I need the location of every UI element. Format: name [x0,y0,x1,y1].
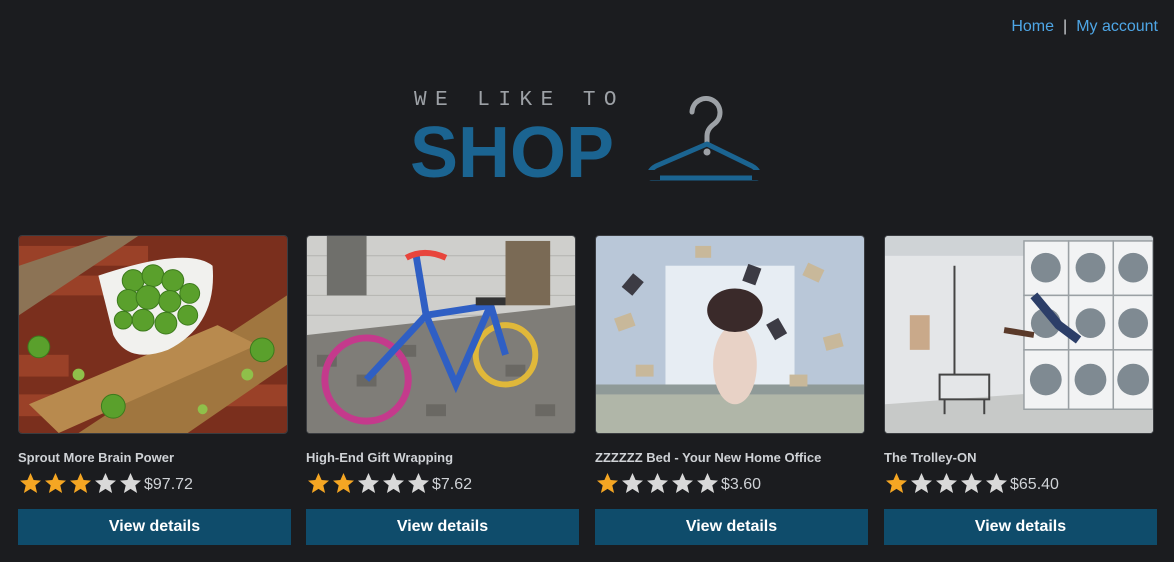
star-filled-icon [597,473,618,493]
product-card: The Trolley-ON $65.40 View details [884,235,1157,545]
star-filled-icon [70,473,91,493]
product-rating: $65.40 [884,471,1157,495]
star-empty-icon [622,473,643,493]
hanger-icon [646,96,766,181]
top-nav: Home | My account [1011,18,1158,36]
logo-word: SHOP [410,113,615,193]
star-empty-icon [95,473,116,493]
product-card: High-End Gift Wrapping $7.62 View detail… [306,235,579,545]
product-name[interactable]: Sprout More Brain Power [18,450,291,465]
star-empty-icon [120,473,141,493]
star-filled-icon [333,473,354,493]
product-image-sprouts[interactable] [18,235,288,434]
product-image-bed[interactable] [595,235,865,434]
product-name[interactable]: The Trolley-ON [884,450,1157,465]
star-empty-icon [986,473,1007,493]
product-price: $3.60 [721,476,762,493]
product-price: $97.72 [144,476,193,493]
site-logo[interactable]: WE LIKE TO SHOP [410,88,772,193]
star-filled-icon [886,473,907,493]
star-empty-icon [672,473,693,493]
star-empty-icon [697,473,718,493]
view-details-button[interactable]: View details [306,509,579,545]
product-rating: $7.62 [306,471,579,495]
product-rating: $3.60 [595,471,868,495]
product-card: Sprout More Brain Power $97.72 View deta… [18,235,291,545]
home-link[interactable]: Home [1011,18,1054,35]
rating-stars [18,472,143,494]
rating-stars [884,472,1009,494]
star-empty-icon [647,473,668,493]
view-details-button[interactable]: View details [595,509,868,545]
star-empty-icon [383,473,404,493]
view-details-button[interactable]: View details [884,509,1157,545]
my-account-link[interactable]: My account [1076,18,1158,35]
star-empty-icon [358,473,379,493]
logo-tagline: WE LIKE TO [414,89,626,112]
star-filled-icon [45,473,66,493]
star-empty-icon [408,473,429,493]
product-image-laundromat[interactable] [884,235,1154,434]
product-rating: $97.72 [18,471,291,495]
star-filled-icon [20,473,41,493]
nav-separator: | [1063,18,1068,35]
star-empty-icon [911,473,932,493]
product-price: $65.40 [1010,476,1059,493]
star-empty-icon [961,473,982,493]
product-price: $7.62 [432,476,473,493]
product-name[interactable]: ZZZZZZ Bed - Your New Home Office [595,450,868,465]
product-name[interactable]: High-End Gift Wrapping [306,450,579,465]
product-card: ZZZZZZ Bed - Your New Home Office $3.60 … [595,235,868,545]
view-details-button[interactable]: View details [18,509,291,545]
product-image-bicycle[interactable] [306,235,576,434]
rating-stars [595,472,720,494]
star-filled-icon [308,473,329,493]
rating-stars [306,472,431,494]
star-empty-icon [936,473,957,493]
